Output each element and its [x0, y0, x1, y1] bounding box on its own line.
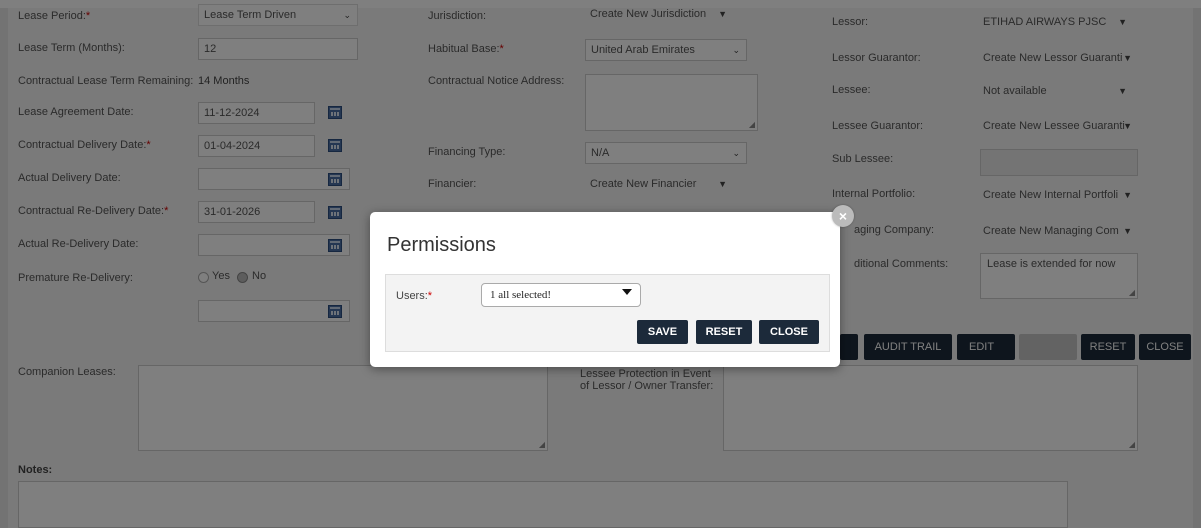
close-icon[interactable]: ×: [832, 205, 854, 227]
modal-save-button[interactable]: SAVE: [637, 320, 688, 344]
modal-reset-button[interactable]: RESET: [696, 320, 752, 344]
caret-down-icon: [622, 289, 632, 295]
modal-panel: Users:* 1 all selected! SAVE RESET CLOSE: [385, 274, 830, 352]
modal-title: Permissions: [387, 234, 496, 256]
users-label: Users:*: [396, 290, 433, 302]
permissions-modal: Permissions Users:* 1 all selected! SAVE…: [370, 212, 840, 367]
modal-close-button[interactable]: CLOSE: [759, 320, 819, 344]
users-multiselect[interactable]: 1 all selected!: [481, 283, 641, 307]
